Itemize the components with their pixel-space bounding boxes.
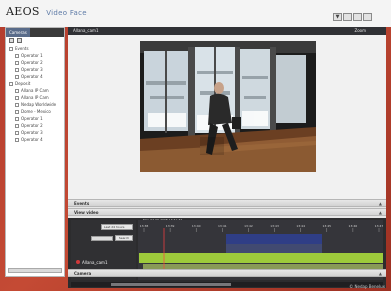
- timeline-camera-label: Allana_cam1: [82, 260, 108, 265]
- timeline-camera-row[interactable]: Allana_cam1: [76, 260, 108, 265]
- camera-header: Allana_cam1 Zoom: [68, 27, 386, 35]
- collapse-caret-icon[interactable]: ▲: [379, 271, 382, 276]
- collapse-tool-icon[interactable]: [17, 38, 22, 43]
- checkbox[interactable]: [15, 123, 19, 128]
- timeline-tick-label: 13:47: [375, 224, 383, 228]
- view-video-section-label: View video: [74, 210, 99, 215]
- selection-highlight: [226, 244, 322, 253]
- tree-item-label: Operator 4: [21, 74, 43, 79]
- tree-panel-tabs: Cameras: [6, 28, 64, 37]
- brand-name: AEOS: [6, 5, 40, 18]
- tree-item[interactable]: Allana IP Cam: [6, 87, 64, 94]
- timeline-tick-label: 13:46: [349, 224, 358, 228]
- collapse-caret-icon[interactable]: ▲: [379, 201, 382, 206]
- maximize-button[interactable]: [353, 13, 362, 21]
- camera-tree: Events Operator 1 Operator 2 Operator 3 Oper…: [6, 45, 64, 143]
- camera-section-label: Camera: [74, 271, 92, 276]
- timeline-range-select[interactable]: Last 24 hours: [101, 224, 133, 230]
- checkbox[interactable]: [15, 109, 19, 114]
- record-dot-icon: [76, 260, 80, 264]
- checkbox[interactable]: [15, 137, 19, 142]
- checkbox[interactable]: [15, 60, 19, 65]
- timeline-search-button[interactable]: Search: [115, 235, 133, 241]
- video-timeline: Last 24 hours Search Allana_cam1 Mon 02-…: [68, 218, 386, 288]
- timeline-tick-label: 13:44: [296, 224, 305, 228]
- tree-item-label: Operator 3: [21, 67, 43, 72]
- timeline-tick-label: 13:40: [192, 224, 201, 228]
- checkbox[interactable]: [15, 53, 19, 58]
- tree-item[interactable]: Allana IP Cam: [6, 94, 64, 101]
- minimize-button[interactable]: [343, 13, 352, 21]
- timeline-date-input[interactable]: [91, 236, 113, 241]
- checkbox[interactable]: [15, 67, 19, 72]
- tab-cameras[interactable]: Cameras: [6, 28, 30, 37]
- watermark: © Nedap Benelux: [349, 284, 385, 289]
- tree-item[interactable]: Operator 2: [6, 59, 64, 66]
- expand-tool-icon[interactable]: [9, 38, 14, 43]
- tree-scrollbar[interactable]: [8, 268, 62, 273]
- timeline-tick-label: 13:41: [218, 224, 227, 228]
- window-select-button[interactable]: ▼: [333, 13, 342, 21]
- tree-item-label: Allana IP Cam: [21, 95, 49, 100]
- tree-item-label: Operator 1: [21, 116, 43, 121]
- camera-title: Allana_cam1: [73, 28, 99, 33]
- checkbox[interactable]: [15, 74, 19, 79]
- tree-item-label: Operator 1: [21, 53, 43, 58]
- tree-group-label: Events: [15, 46, 29, 51]
- tree-item-label: Operator 3: [21, 130, 43, 135]
- tree-toolbar: [6, 37, 64, 45]
- tree-item[interactable]: Operator 3: [6, 129, 64, 136]
- tree-group[interactable]: Events: [6, 45, 64, 52]
- recording-segment[interactable]: [139, 253, 383, 263]
- timeline-scroll-thumb[interactable]: [111, 283, 231, 286]
- timeline-selected-range[interactable]: [226, 234, 322, 244]
- timeline-tick-label: 13:42: [244, 224, 253, 228]
- timeline-tick-label: 13:43: [270, 224, 279, 228]
- camera-tree-panel: Cameras Events Operator 1 Operator 2 Operat…: [5, 27, 65, 277]
- tree-item[interactable]: Operator 1: [6, 115, 64, 122]
- close-button[interactable]: [363, 13, 372, 21]
- tab-other[interactable]: [30, 28, 36, 37]
- checkbox[interactable]: [15, 95, 19, 100]
- video-scene-image: [140, 41, 316, 172]
- tree-item[interactable]: Operator 1: [6, 52, 64, 59]
- tree-item-label: Allana IP Cam: [21, 88, 49, 93]
- tree-item-label: Operator 2: [21, 123, 43, 128]
- timeline-tick-label: 13:39: [166, 224, 175, 228]
- tree-item[interactable]: Operator 4: [6, 73, 64, 80]
- zoom-label[interactable]: Zoom: [354, 28, 366, 33]
- video-area: [68, 35, 386, 199]
- checkbox[interactable]: [15, 88, 19, 93]
- tree-item[interactable]: Operator 2: [6, 122, 64, 129]
- timeline-tick-label: 13:38: [140, 224, 149, 228]
- view-video-section-header[interactable]: View video ▲: [68, 208, 386, 216]
- tree-item[interactable]: Nedap Worldwide: [6, 101, 64, 108]
- title-bar: AEOS Video Face ▼: [0, 0, 391, 27]
- tree-group-label: Deposit: [15, 81, 31, 86]
- tree-item[interactable]: Dome - Mexico: [6, 108, 64, 115]
- tree-item[interactable]: Operator 3: [6, 66, 64, 73]
- tree-item-label: Dome - Mexico: [21, 109, 51, 114]
- tree-item[interactable]: Operator 4: [6, 136, 64, 143]
- checkbox[interactable]: [9, 46, 13, 51]
- events-section-label: Events: [74, 201, 90, 206]
- video-frame[interactable]: [140, 41, 316, 172]
- checkbox[interactable]: [15, 116, 19, 121]
- collapse-caret-icon[interactable]: ▲: [379, 210, 382, 215]
- timeline-scrollbar[interactable]: [71, 282, 383, 287]
- events-section-header[interactable]: Events ▲: [68, 199, 386, 207]
- main-panel: Allana_cam1 Zoom Events ▲ View video ▲ L…: [68, 27, 386, 288]
- checkbox[interactable]: [9, 81, 13, 86]
- checkbox[interactable]: [15, 130, 19, 135]
- tree-item-label: Operator 4: [21, 137, 43, 142]
- camera-section-header[interactable]: Camera ▲: [68, 269, 386, 277]
- product-name: Video Face: [46, 9, 87, 17]
- tree-item-label: Operator 2: [21, 60, 43, 65]
- tree-group[interactable]: Deposit: [6, 80, 64, 87]
- timeline-tick-label: 13:45: [322, 224, 331, 228]
- checkbox[interactable]: [15, 102, 19, 107]
- app-brand: AEOS Video Face: [6, 5, 87, 18]
- tree-item-label: Nedap Worldwide: [21, 102, 57, 107]
